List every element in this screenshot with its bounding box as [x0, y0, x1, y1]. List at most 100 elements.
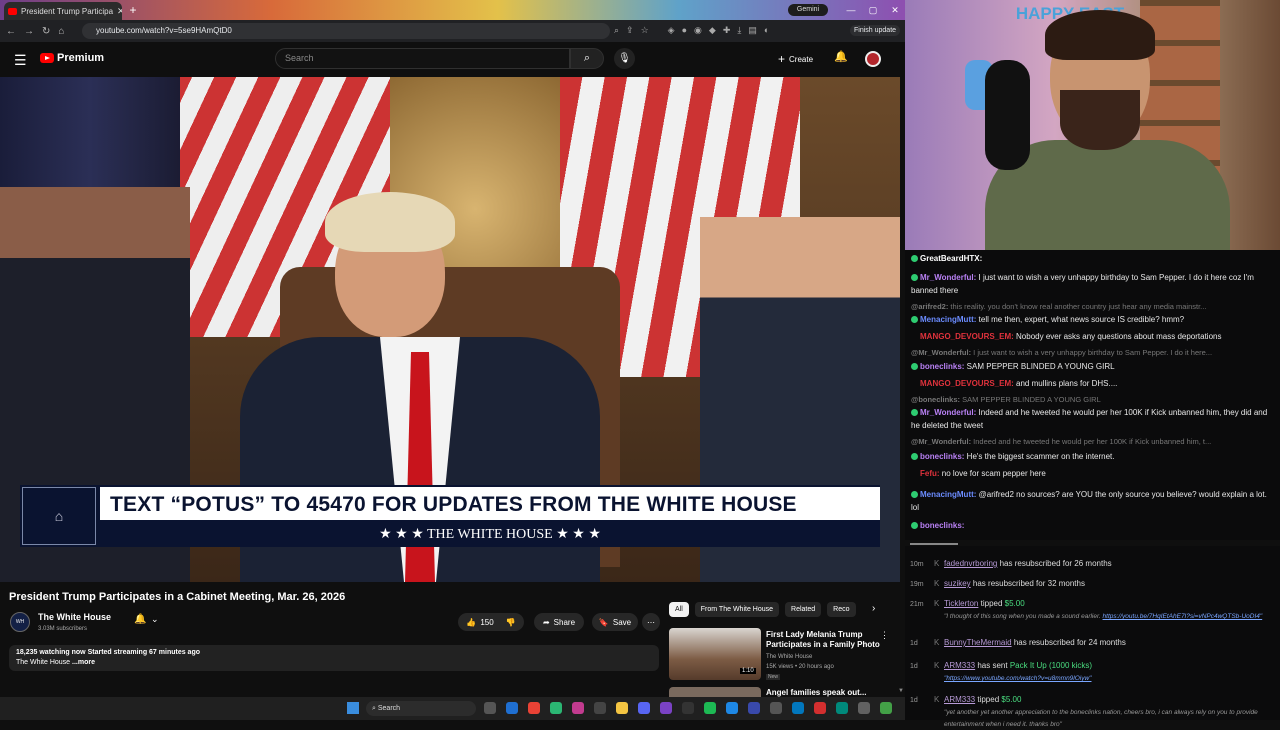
share-page-icon[interactable]: ⇪: [626, 25, 634, 36]
description-box[interactable]: 18,235 watching now Started streaming 67…: [9, 645, 659, 671]
chevron-down-icon[interactable]: ⌄: [151, 614, 159, 625]
profile-icon[interactable]: ◐: [764, 25, 769, 36]
task-view-icon[interactable]: [484, 702, 496, 714]
search-input[interactable]: Search: [275, 48, 570, 69]
event-username[interactable]: ARM333: [944, 661, 975, 670]
back-icon[interactable]: ←: [6, 26, 16, 37]
puzzle-icon[interactable]: ✚: [723, 25, 731, 36]
bookmark-star-icon[interactable]: ☆: [641, 25, 649, 36]
taskbar-search[interactable]: ⌕ Search: [366, 701, 476, 716]
notifications-bell-icon[interactable]: 🔔: [834, 50, 848, 63]
minimize-icon[interactable]: —: [844, 4, 858, 16]
app-icon[interactable]: [550, 702, 562, 714]
maximize-icon[interactable]: ▢: [866, 4, 880, 16]
extension-icon[interactable]: ◉: [694, 25, 702, 36]
save-button[interactable]: 🔖 Save: [592, 613, 638, 631]
share-button[interactable]: ➦ Share: [534, 613, 584, 631]
chip-all[interactable]: All: [669, 602, 689, 617]
windows-start-icon[interactable]: [347, 702, 359, 714]
youtube-logo-icon[interactable]: [40, 53, 54, 63]
sidebar-icon[interactable]: ▤: [748, 25, 757, 36]
event-username[interactable]: fadednvrboring: [944, 559, 997, 568]
app-icon[interactable]: [770, 702, 782, 714]
zoom-icon[interactable]: ⌕: [614, 25, 619, 36]
subscription-bell-icon[interactable]: 🔔: [134, 614, 146, 625]
gemini-button[interactable]: Gemini: [788, 4, 828, 16]
scroll-down-icon[interactable]: ▼: [898, 688, 904, 694]
chevron-right-icon[interactable]: ›: [872, 603, 875, 614]
spotify-icon[interactable]: [704, 702, 716, 714]
browser-tab[interactable]: President Trump Participa ✕: [4, 2, 122, 20]
event-username[interactable]: Ticklerton: [944, 599, 978, 608]
chat-username[interactable]: Mr_Wonderful:: [920, 408, 976, 417]
app-icon[interactable]: [682, 702, 694, 714]
forward-icon[interactable]: →: [24, 26, 34, 37]
chat-username[interactable]: MANGO_DEVOURS_EM:: [920, 379, 1014, 388]
event-username[interactable]: BunnyTheMermaid: [944, 638, 1012, 647]
app-icon[interactable]: [814, 702, 826, 714]
app-icon[interactable]: [880, 702, 892, 714]
chat-username[interactable]: boneclinks:: [920, 521, 964, 530]
url-field[interactable]: youtube.com/watch?v=5se9HAmQtD0: [82, 23, 610, 39]
extension-icon[interactable]: ◈: [668, 25, 675, 36]
extension-icon[interactable]: ●: [682, 25, 687, 36]
app-icon[interactable]: [858, 702, 870, 714]
app-icon[interactable]: [792, 702, 804, 714]
chat-username[interactable]: @boneclinks:: [911, 395, 960, 404]
account-avatar[interactable]: [865, 51, 881, 67]
video-player[interactable]: ⌂ TEXT “POTUS” TO 45470 FOR UPDATES FROM…: [0, 77, 900, 582]
close-window-icon[interactable]: ✕: [888, 4, 902, 16]
chat-username[interactable]: Fefu:: [920, 469, 940, 478]
rec-thumbnail[interactable]: [669, 687, 761, 697]
chrome-icon[interactable]: [528, 702, 540, 714]
new-tab-button[interactable]: +: [126, 3, 140, 17]
voice-search-mic-icon[interactable]: 🎙: [614, 48, 635, 69]
more-link[interactable]: ...more: [72, 659, 95, 666]
event-username[interactable]: ARM333: [944, 695, 975, 704]
create-button[interactable]: + Create: [778, 50, 813, 68]
chip-recommended[interactable]: Reco: [827, 602, 856, 617]
chat-username[interactable]: MenacingMutt:: [920, 315, 976, 324]
close-tab-icon[interactable]: ✕: [117, 6, 122, 17]
thumbs-down-icon[interactable]: 👎: [506, 618, 516, 627]
home-icon[interactable]: ⌂: [58, 26, 64, 37]
reload-icon[interactable]: ↻: [42, 26, 50, 37]
chat-username[interactable]: MANGO_DEVOURS_EM:: [920, 332, 1014, 341]
more-actions-button[interactable]: ⋯: [642, 613, 660, 631]
hamburger-menu-icon[interactable]: ☰: [14, 52, 27, 69]
rec-title[interactable]: First Lady Melania Trump Participates in…: [766, 630, 884, 650]
app-icon[interactable]: [836, 702, 848, 714]
finish-update-button[interactable]: Finish update: [850, 25, 901, 36]
chip-related[interactable]: Related: [785, 602, 822, 617]
chat-username[interactable]: boneclinks:: [920, 452, 964, 461]
app-icon[interactable]: [594, 702, 606, 714]
rec-title[interactable]: Angel families speak out...: [766, 688, 866, 697]
chat-username[interactable]: boneclinks:: [920, 362, 964, 371]
chip-from-channel[interactable]: From The White House: [694, 602, 780, 617]
more-vertical-icon[interactable]: ⋮: [880, 630, 889, 641]
edge-icon[interactable]: [506, 702, 518, 714]
chat-username[interactable]: Mr_Wonderful:: [920, 273, 976, 282]
chat-username[interactable]: @Mr_Wonderful:: [911, 348, 971, 357]
rec-channel[interactable]: The White House: [766, 654, 812, 660]
channel-avatar[interactable]: WH: [10, 612, 30, 632]
chat-username[interactable]: GreatBeardHTX:: [920, 254, 982, 263]
search-button[interactable]: ⌕: [570, 48, 604, 69]
extension-icon[interactable]: ◆: [709, 25, 716, 36]
app-icon[interactable]: [748, 702, 760, 714]
channel-name[interactable]: The White House: [38, 612, 111, 622]
file-explorer-icon[interactable]: [616, 702, 628, 714]
event-link[interactable]: https://youtu.be/7HqIEtAhE7I?si=vNPc4wQT…: [1103, 613, 1263, 620]
discord-icon[interactable]: [638, 702, 650, 714]
app-icon[interactable]: [726, 702, 738, 714]
like-button[interactable]: 👍 150 👎: [458, 613, 524, 631]
event-username[interactable]: suzikey: [944, 579, 971, 588]
chat-username[interactable]: @arifred2:: [911, 302, 948, 311]
chat-username[interactable]: MenacingMutt:: [920, 490, 976, 499]
download-icon[interactable]: ⤓: [737, 25, 741, 36]
event-link[interactable]: "https://www.youtube.com/watch?v=u8mmn9l…: [944, 675, 1092, 682]
app-icon[interactable]: [660, 702, 672, 714]
chat-username[interactable]: @Mr_Wonderful:: [911, 437, 971, 446]
youtube-premium-label[interactable]: Premium: [57, 52, 104, 64]
app-icon[interactable]: [572, 702, 584, 714]
